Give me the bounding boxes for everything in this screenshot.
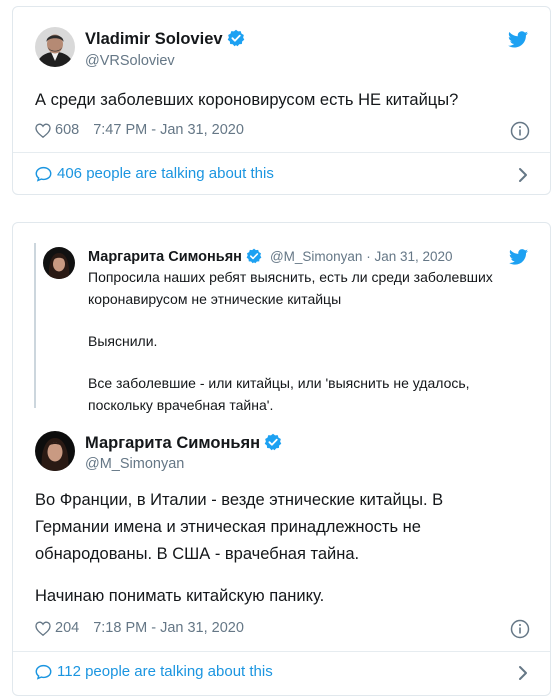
avatar-simonyan[interactable] (35, 431, 75, 471)
info-icon[interactable] (510, 121, 530, 146)
tweet-meta: 608 7:47 PM - Jan 31, 2020 (35, 122, 244, 138)
twitter-bird-icon[interactable] (509, 249, 528, 270)
tweet-timestamp[interactable]: 7:18 PM - Jan 31, 2020 (93, 620, 244, 636)
speech-bubble-icon (35, 664, 52, 680)
conversation-link[interactable]: 112 people are talking about this (35, 663, 273, 680)
speech-bubble-icon (35, 166, 52, 182)
chevron-right-icon[interactable] (518, 665, 528, 686)
quoted-author-name[interactable]: Маргарита Симоньян @M_Simonyan · Jan 31,… (88, 248, 453, 268)
tweet-text-line: Начинаю понимать китайскую панику. (35, 587, 325, 605)
verified-badge-icon (246, 248, 262, 268)
quoted-text-line: Попросила наших ребят выяснить, есть ли … (88, 269, 493, 285)
quote-thread-line (34, 243, 36, 408)
chevron-right-icon[interactable] (518, 167, 528, 188)
quoted-text-line: поскольку врачебная тайна'. (88, 397, 274, 413)
like-count[interactable]: 204 (55, 620, 79, 636)
quoted-text-line: Выяснили. (88, 333, 158, 349)
avatar-simonyan-quoted[interactable] (43, 247, 75, 279)
conversation-link[interactable]: 406 people are talking about this (35, 165, 274, 182)
like-count[interactable]: 608 (55, 122, 79, 138)
quoted-text-line: коронавирусом не этнические китайцы (88, 291, 342, 307)
tweet-meta: 204 7:18 PM - Jan 31, 2020 (35, 620, 244, 636)
author-name[interactable]: Vladimir Soloviev (85, 29, 245, 52)
avatar-soloviev[interactable] (35, 27, 75, 67)
quoted-text-line: Все заболевшие - или китайцы, или 'выясн… (88, 375, 470, 391)
author-handle[interactable]: @VRSoloviev (85, 53, 175, 69)
divider (13, 651, 550, 652)
tweet-card-simonyan: Маргарита Симоньян @M_Simonyan · Jan 31,… (12, 222, 551, 696)
conversation-label[interactable]: 112 people are talking about this (57, 663, 273, 680)
tweet-text-line: обнародованы. В США - врачебная тайна. (35, 545, 360, 563)
tweet-text-line: Во Франции, в Италии - везде этнические … (35, 491, 444, 509)
tweet-text: А среди заболевших короновирусом есть НЕ… (35, 91, 459, 109)
tweet-text-line: Германии имена и этническая принадлежнос… (35, 518, 421, 536)
twitter-bird-icon[interactable] (508, 31, 528, 53)
conversation-label[interactable]: 406 people are talking about this (57, 165, 274, 182)
verified-badge-icon (227, 29, 245, 52)
author-handle[interactable]: @M_Simonyan (85, 456, 184, 472)
author-name[interactable]: Маргарита Симоньян (85, 433, 282, 456)
heart-icon[interactable] (35, 122, 51, 138)
tweet-card-soloviev: Vladimir Soloviev @VRSoloviev А среди за… (12, 6, 551, 195)
info-icon[interactable] (510, 619, 530, 644)
heart-icon[interactable] (35, 620, 51, 636)
divider (13, 152, 550, 153)
quoted-handle-date[interactable]: @M_Simonyan · Jan 31, 2020 (270, 249, 453, 264)
tweet-timestamp[interactable]: 7:47 PM - Jan 31, 2020 (93, 122, 244, 138)
verified-badge-icon (264, 433, 282, 456)
